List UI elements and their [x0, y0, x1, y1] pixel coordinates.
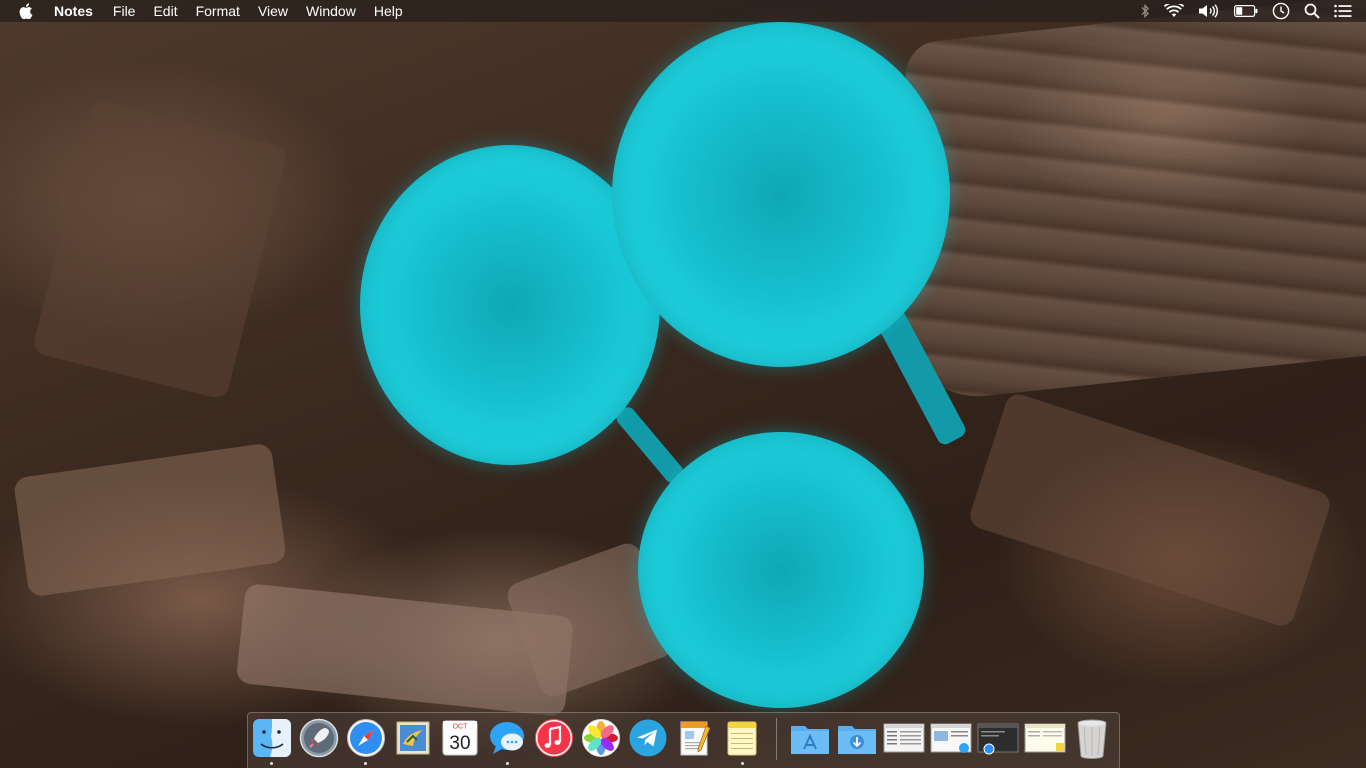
menu-bar: Notes File Edit Format View Window Help: [0, 0, 1366, 22]
dock-separator: [776, 718, 777, 760]
volume-icon[interactable]: [1198, 0, 1220, 22]
menu-bar-left: Notes File Edit Format View Window Help: [0, 0, 421, 22]
notification-center-icon[interactable]: [1334, 0, 1352, 22]
dock-window-thumbnail-icon[interactable]: [977, 717, 1019, 759]
wifi-icon[interactable]: [1164, 0, 1184, 22]
dock-photos-icon[interactable]: [580, 717, 622, 759]
calendar-day-text: 30: [449, 733, 470, 754]
menu-window[interactable]: Window: [306, 0, 356, 22]
wallpaper-wood-chip: [966, 390, 1334, 630]
dock-window-thumbnail-icon[interactable]: [1024, 717, 1066, 759]
dock-telegram-icon[interactable]: [627, 717, 669, 759]
dock-pages-icon[interactable]: [674, 717, 716, 759]
menu-format[interactable]: Format: [196, 0, 240, 22]
menu-view[interactable]: View: [258, 0, 288, 22]
dock-calendar-icon[interactable]: OCT 30: [439, 717, 481, 759]
desktop-wallpaper: [0, 0, 1366, 768]
wallpaper-bark: [906, 0, 1366, 405]
dock-window-thumbnail-icon[interactable]: [930, 717, 972, 759]
menu-bar-status-area: [1126, 0, 1366, 22]
wallpaper-wood-chip: [31, 99, 289, 401]
dock-messages-icon[interactable]: [486, 717, 528, 759]
wallpaper-crochet-cap: [612, 22, 950, 367]
dock-itunes-icon[interactable]: [533, 717, 575, 759]
dock-safari-icon[interactable]: [345, 717, 387, 759]
battery-icon[interactable]: [1234, 0, 1258, 22]
wallpaper-stem: [613, 404, 687, 486]
menu-app-name[interactable]: Notes: [54, 0, 93, 22]
dock-notes-icon[interactable]: [721, 717, 763, 759]
apple-menu-icon[interactable]: [18, 2, 34, 20]
dock-running-indicator: [506, 762, 509, 765]
dock-running-indicator: [741, 762, 744, 765]
menu-help[interactable]: Help: [374, 0, 403, 22]
dock-window-thumbnail-icon[interactable]: [883, 717, 925, 759]
dock-running-indicator: [364, 762, 367, 765]
dock-downloads-folder-icon[interactable]: [836, 717, 878, 759]
menu-edit[interactable]: Edit: [153, 0, 177, 22]
wallpaper-crochet-cap: [638, 432, 924, 708]
dock-launchpad-icon[interactable]: [298, 717, 340, 759]
dock-applications-folder-icon[interactable]: [789, 717, 831, 759]
wallpaper-wood-chip: [12, 442, 288, 598]
calendar-month-text: OCT: [453, 724, 469, 731]
clock-icon[interactable]: [1272, 0, 1290, 22]
bluetooth-icon[interactable]: [1140, 0, 1150, 22]
dock-finder-icon[interactable]: [251, 717, 293, 759]
menu-file[interactable]: File: [113, 0, 136, 22]
dock-running-indicator: [270, 762, 273, 765]
dock-trash-icon[interactable]: [1071, 717, 1113, 759]
spotlight-search-icon[interactable]: [1304, 0, 1320, 22]
dock-mail-icon[interactable]: [392, 717, 434, 759]
